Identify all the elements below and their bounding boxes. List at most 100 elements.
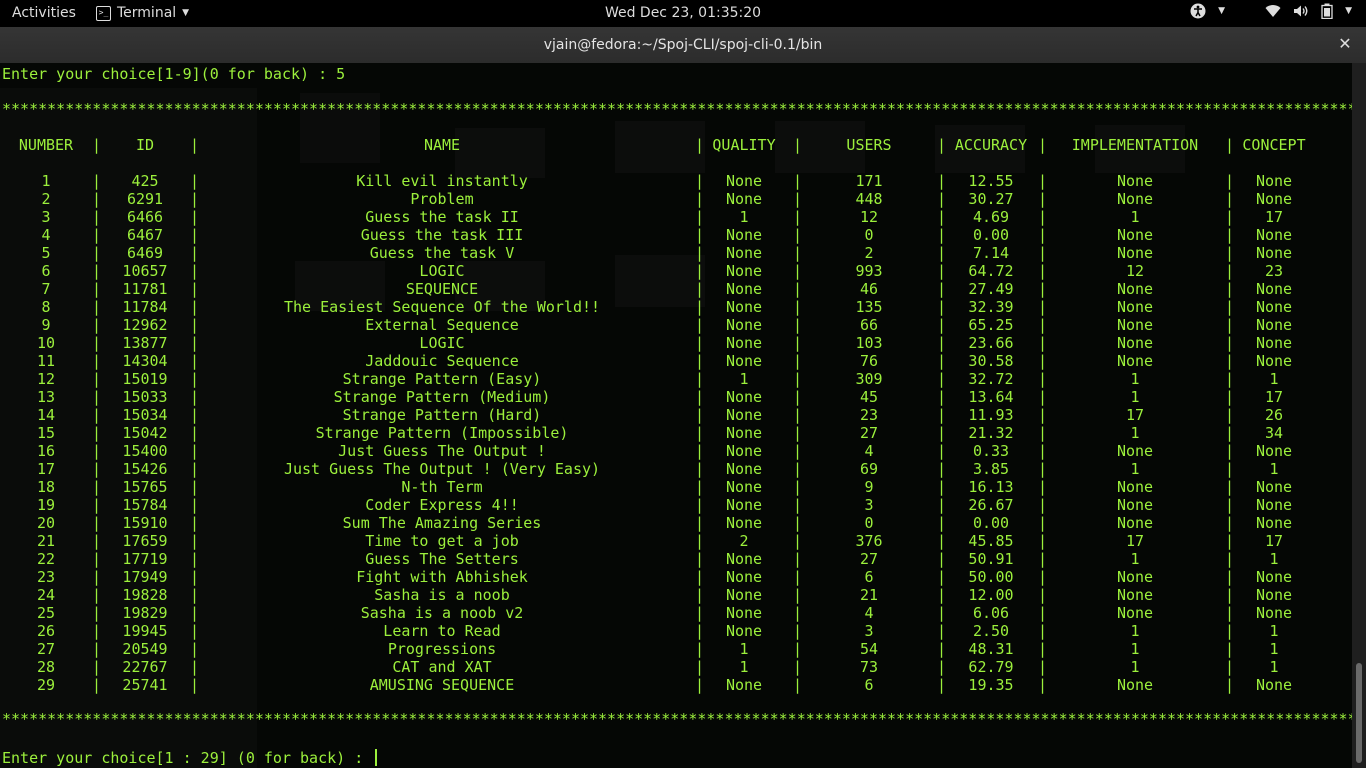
column-separator: | (190, 262, 200, 280)
column-separator: | (793, 208, 803, 226)
cell-concept: 1 (1269, 640, 1279, 658)
column-separator: | (937, 226, 947, 244)
cell-concept: None (1255, 478, 1293, 496)
input-prompt[interactable]: Enter your choice[1 : 29] (0 for back) : (2, 749, 378, 767)
cell-concept: 1 (1269, 658, 1279, 676)
column-separator: | (937, 496, 947, 514)
column-separator: | (190, 604, 200, 622)
window-title: vjain@fedora:~/Spoj-CLI/spoj-cli-0.1/bin (543, 37, 823, 53)
column-separator: | (190, 550, 200, 568)
column-separator: | (937, 208, 947, 226)
column-separator: | (937, 136, 947, 154)
terminal-view[interactable]: Enter your choice[1-9](0 for back) : 5 *… (0, 63, 1352, 768)
clock[interactable]: Wed Dec 23, 01:35:20 (0, 5, 1366, 21)
column-separator: | (1225, 550, 1235, 568)
column-separator: | (937, 316, 947, 334)
column-separator: | (793, 424, 803, 442)
column-separator: | (1038, 514, 1048, 532)
column-separator: | (1038, 262, 1048, 280)
column-separator: | (190, 244, 200, 262)
column-separator: | (695, 532, 705, 550)
separator-bottom: ****************************************… (2, 710, 1352, 728)
column-separator: | (1225, 532, 1235, 550)
scrollbar-thumb[interactable] (1356, 663, 1362, 763)
column-separator: | (937, 190, 947, 208)
column-separator: | (937, 370, 947, 388)
column-separator: | (1038, 478, 1048, 496)
column-separator: | (1225, 604, 1235, 622)
column-separator: | (1225, 622, 1235, 640)
column-separator: | (1038, 334, 1048, 352)
cell-concept: None (1255, 496, 1293, 514)
column-separator: | (695, 496, 705, 514)
column-separator: | (695, 514, 705, 532)
column-separator: | (793, 370, 803, 388)
column-separator: | (92, 298, 102, 316)
column-separator: | (190, 334, 200, 352)
cell-concept: CONCEPT (1242, 136, 1306, 154)
scrollbar[interactable] (1352, 63, 1366, 768)
column-separator: | (1038, 190, 1048, 208)
column-separator: | (937, 280, 947, 298)
close-icon[interactable]: ✕ (1336, 35, 1354, 53)
column-separator: | (1225, 514, 1235, 532)
column-separator: | (1038, 496, 1048, 514)
column-separator: | (92, 550, 102, 568)
chevron-down-icon[interactable]: ▼ (1218, 6, 1225, 16)
column-separator: | (1225, 586, 1235, 604)
column-separator: | (1038, 136, 1048, 154)
column-separator: | (1038, 442, 1048, 460)
column-separator: | (1038, 460, 1048, 478)
column-separator: | (793, 676, 803, 694)
column-separator: | (793, 172, 803, 190)
column-separator: | (92, 244, 102, 262)
column-separator: | (190, 172, 200, 190)
column-separator: | (1225, 280, 1235, 298)
cell-concept: None (1255, 172, 1293, 190)
column-separator: | (190, 190, 200, 208)
battery-icon[interactable] (1321, 3, 1333, 19)
column-separator: | (1038, 316, 1048, 334)
accessibility-icon[interactable] (1190, 3, 1206, 19)
cell-concept: None (1255, 316, 1293, 334)
column-separator: | (793, 406, 803, 424)
column-separator: | (937, 514, 947, 532)
column-separator: | (92, 388, 102, 406)
cell-concept: None (1255, 190, 1293, 208)
column-separator: | (793, 586, 803, 604)
wifi-icon[interactable] (1265, 4, 1281, 18)
column-separator: | (190, 298, 200, 316)
column-separator: | (793, 622, 803, 640)
column-separator: | (937, 352, 947, 370)
column-separator: | (190, 460, 200, 478)
column-separator: | (793, 244, 803, 262)
column-separator: | (1038, 226, 1048, 244)
column-separator: | (1038, 586, 1048, 604)
column-separator: | (92, 370, 102, 388)
column-separator: | (1225, 406, 1235, 424)
chevron-down-icon[interactable]: ▼ (1345, 6, 1352, 16)
column-separator: | (190, 316, 200, 334)
column-separator: | (1225, 244, 1235, 262)
column-separator: | (92, 280, 102, 298)
column-separator: | (695, 442, 705, 460)
column-separator: | (695, 172, 705, 190)
column-separator: | (793, 460, 803, 478)
column-separator: | (937, 244, 947, 262)
column-separator: | (937, 640, 947, 658)
system-tray[interactable]: ▼ ▼ (1190, 3, 1352, 19)
column-separator: | (695, 208, 705, 226)
column-separator: | (695, 370, 705, 388)
column-separator: | (1225, 658, 1235, 676)
column-separator: | (937, 586, 947, 604)
window-titlebar[interactable]: vjain@fedora:~/Spoj-CLI/spoj-cli-0.1/bin… (0, 27, 1366, 64)
column-separator: | (793, 640, 803, 658)
column-separator: | (190, 568, 200, 586)
column-separator: | (793, 442, 803, 460)
column-separator: | (695, 622, 705, 640)
column-separator: | (937, 568, 947, 586)
column-separator: | (695, 388, 705, 406)
column-separator: | (1225, 208, 1235, 226)
column-separator: | (1038, 550, 1048, 568)
volume-icon[interactable] (1293, 4, 1309, 18)
